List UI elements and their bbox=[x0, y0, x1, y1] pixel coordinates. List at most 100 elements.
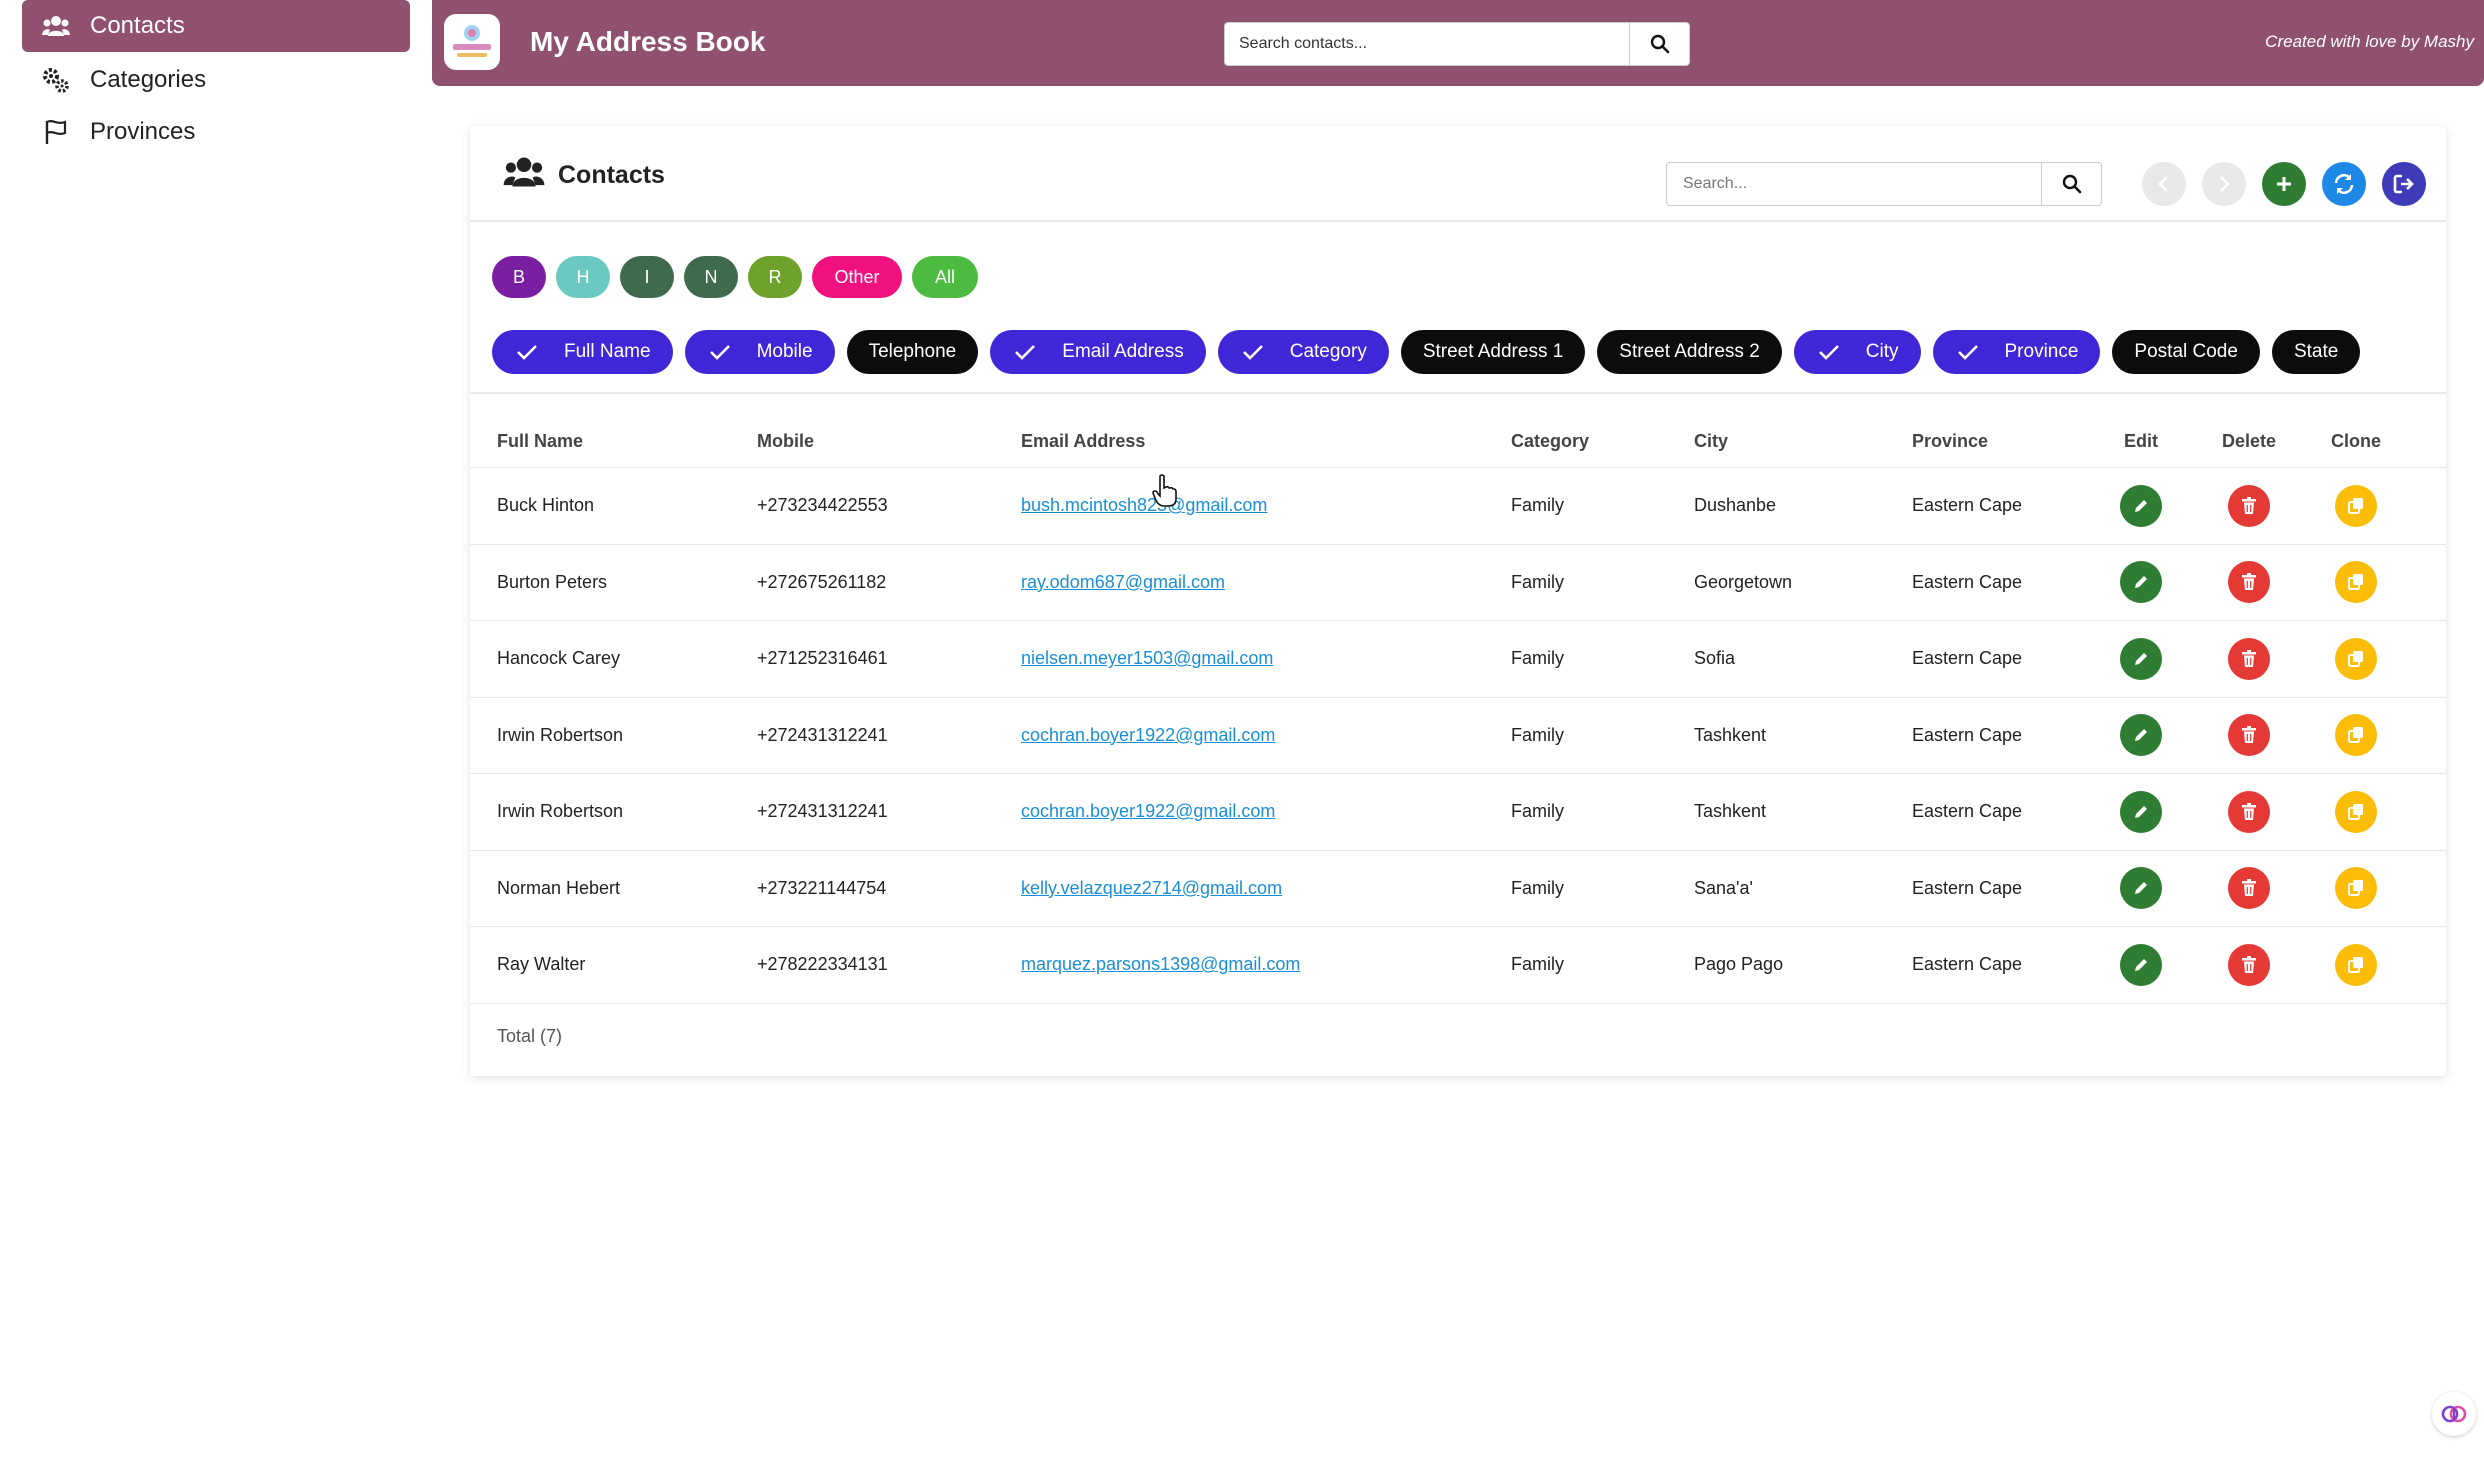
header-search-input[interactable] bbox=[1224, 22, 1630, 66]
cell-city: Sofia bbox=[1694, 648, 1736, 669]
column-toggle-street-address-2[interactable]: Street Address 2 bbox=[1597, 330, 1782, 374]
header-search-button[interactable] bbox=[1630, 22, 1690, 66]
clone-button[interactable] bbox=[2335, 867, 2377, 910]
clone-button[interactable] bbox=[2335, 714, 2377, 757]
cell-full-name: Burton Peters bbox=[497, 571, 608, 592]
next-page-button[interactable] bbox=[2202, 162, 2246, 206]
sidebar-item-contacts[interactable]: Contacts bbox=[22, 0, 410, 52]
pencil-icon bbox=[2132, 726, 2150, 744]
sidebar-item-provinces[interactable]: Provinces bbox=[22, 106, 410, 158]
letter-filter-h[interactable]: H bbox=[556, 256, 610, 298]
clone-button[interactable] bbox=[2335, 943, 2377, 986]
letter-filter-r[interactable]: R bbox=[748, 256, 802, 298]
copy-icon bbox=[2347, 497, 2365, 515]
column-toggle-state[interactable]: State bbox=[2271, 330, 2361, 374]
header-province[interactable]: Province bbox=[1912, 416, 1988, 467]
refresh-button[interactable] bbox=[2322, 162, 2366, 206]
header-full-name[interactable]: Full Name bbox=[497, 416, 583, 467]
card-search-input[interactable] bbox=[1666, 162, 2042, 206]
clone-button[interactable] bbox=[2335, 561, 2377, 604]
email-link[interactable]: cochran.boyer1922@gmail.com bbox=[1021, 725, 1275, 746]
add-contact-button[interactable] bbox=[2262, 162, 2306, 206]
email-link[interactable]: kelly.velazquez2714@gmail.com bbox=[1021, 878, 1282, 899]
edit-button[interactable] bbox=[2120, 484, 2162, 527]
table-header-row: Full Name Mobile Email Address Category … bbox=[470, 416, 2446, 468]
clone-button[interactable] bbox=[2335, 484, 2377, 527]
prev-page-button[interactable] bbox=[2142, 162, 2186, 206]
header-city[interactable]: City bbox=[1694, 416, 1728, 467]
column-toggle-email-address[interactable]: Email Address bbox=[990, 330, 1206, 374]
edit-button[interactable] bbox=[2120, 867, 2162, 910]
cell-province: Eastern Cape bbox=[1912, 724, 2023, 745]
column-toggle-mobile[interactable]: Mobile bbox=[684, 330, 835, 374]
column-toggle-province[interactable]: Province bbox=[1932, 330, 2101, 374]
email-link[interactable]: marquez.parsons1398@gmail.com bbox=[1021, 954, 1300, 975]
column-toggle-street-address-1[interactable]: Street Address 1 bbox=[1400, 330, 1586, 374]
contacts-card: Contacts B H I N R Other All bbox=[470, 126, 2446, 1076]
cell-email: ray.odom687@gmail.com bbox=[1021, 545, 1225, 621]
table-row: Irwin Robertson +272431312241 cochran.boye… bbox=[470, 774, 2446, 851]
cell-delete bbox=[2219, 468, 2279, 544]
letter-filter-other[interactable]: Other bbox=[812, 256, 902, 298]
delete-button[interactable] bbox=[2228, 714, 2270, 757]
delete-button[interactable] bbox=[2228, 867, 2270, 910]
cell-edit bbox=[2111, 468, 2171, 544]
email-link[interactable]: ray.odom687@gmail.com bbox=[1021, 572, 1225, 593]
table-row: Hancock Carey +271252316461 nielsen.meyer1… bbox=[470, 621, 2446, 698]
column-toggle-postal-code[interactable]: Postal Code bbox=[2112, 330, 2260, 374]
delete-button[interactable] bbox=[2228, 561, 2270, 604]
trash-icon bbox=[2241, 802, 2257, 821]
cell-category: Family bbox=[1511, 648, 1564, 669]
delete-button[interactable] bbox=[2228, 637, 2270, 680]
check-icon bbox=[1014, 344, 1036, 360]
clone-button[interactable] bbox=[2335, 637, 2377, 680]
edit-button[interactable] bbox=[2120, 714, 2162, 757]
cell-email: cochran.boyer1922@gmail.com bbox=[1021, 698, 1275, 774]
header-category[interactable]: Category bbox=[1511, 416, 1589, 467]
edit-button[interactable] bbox=[2120, 943, 2162, 986]
cell-mobile: +272431312241 bbox=[757, 724, 888, 745]
header-email-address[interactable]: Email Address bbox=[1021, 416, 1145, 467]
trash-icon bbox=[2241, 496, 2257, 515]
sidebar-item-categories[interactable]: Categories bbox=[22, 54, 410, 106]
cell-clone bbox=[2326, 621, 2386, 697]
card-title: Contacts bbox=[502, 156, 665, 195]
clone-button[interactable] bbox=[2335, 790, 2377, 833]
header-search bbox=[1224, 22, 1690, 66]
delete-button[interactable] bbox=[2228, 484, 2270, 527]
edit-button[interactable] bbox=[2120, 561, 2162, 604]
cell-mobile: +272675261182 bbox=[757, 571, 887, 592]
brain-icon[interactable] bbox=[2432, 1392, 2476, 1436]
letter-filter-i[interactable]: I bbox=[620, 256, 674, 298]
cell-category: Family bbox=[1511, 801, 1564, 822]
letter-filter-all[interactable]: All bbox=[912, 256, 978, 298]
card-search bbox=[1666, 162, 2102, 206]
cell-mobile: +273221144754 bbox=[757, 877, 887, 898]
cell-city: Sana'a' bbox=[1694, 877, 1753, 898]
app-logo[interactable] bbox=[444, 14, 500, 70]
total-count: Total (7) bbox=[497, 1026, 563, 1046]
column-toggle-city[interactable]: City bbox=[1793, 330, 1921, 374]
column-toggle-label: Category bbox=[1289, 341, 1367, 362]
logout-button[interactable] bbox=[2382, 162, 2426, 206]
column-toggle-telephone[interactable]: Telephone bbox=[846, 330, 979, 374]
letter-filter-n[interactable]: N bbox=[684, 256, 738, 298]
cell-mobile: +273234422553 bbox=[757, 495, 888, 516]
email-link[interactable]: cochran.boyer1922@gmail.com bbox=[1021, 801, 1275, 822]
delete-button[interactable] bbox=[2228, 790, 2270, 833]
delete-button[interactable] bbox=[2228, 943, 2270, 986]
cell-category: Family bbox=[1511, 877, 1564, 898]
column-toggle-category[interactable]: Category bbox=[1217, 330, 1389, 374]
column-toggle-full-name[interactable]: Full Name bbox=[492, 330, 673, 374]
card-search-button[interactable] bbox=[2042, 162, 2102, 206]
header-mobile[interactable]: Mobile bbox=[757, 416, 814, 467]
logout-icon bbox=[2393, 174, 2414, 194]
letter-filter-b[interactable]: B bbox=[492, 256, 546, 298]
copy-icon bbox=[2347, 879, 2365, 897]
edit-button[interactable] bbox=[2120, 637, 2162, 680]
cell-province: Eastern Cape bbox=[1912, 648, 2023, 669]
copy-icon bbox=[2347, 956, 2365, 974]
email-link[interactable]: bush.mcintosh825@gmail.com bbox=[1021, 495, 1267, 516]
email-link[interactable]: nielsen.meyer1503@gmail.com bbox=[1021, 648, 1273, 669]
edit-button[interactable] bbox=[2120, 790, 2162, 833]
